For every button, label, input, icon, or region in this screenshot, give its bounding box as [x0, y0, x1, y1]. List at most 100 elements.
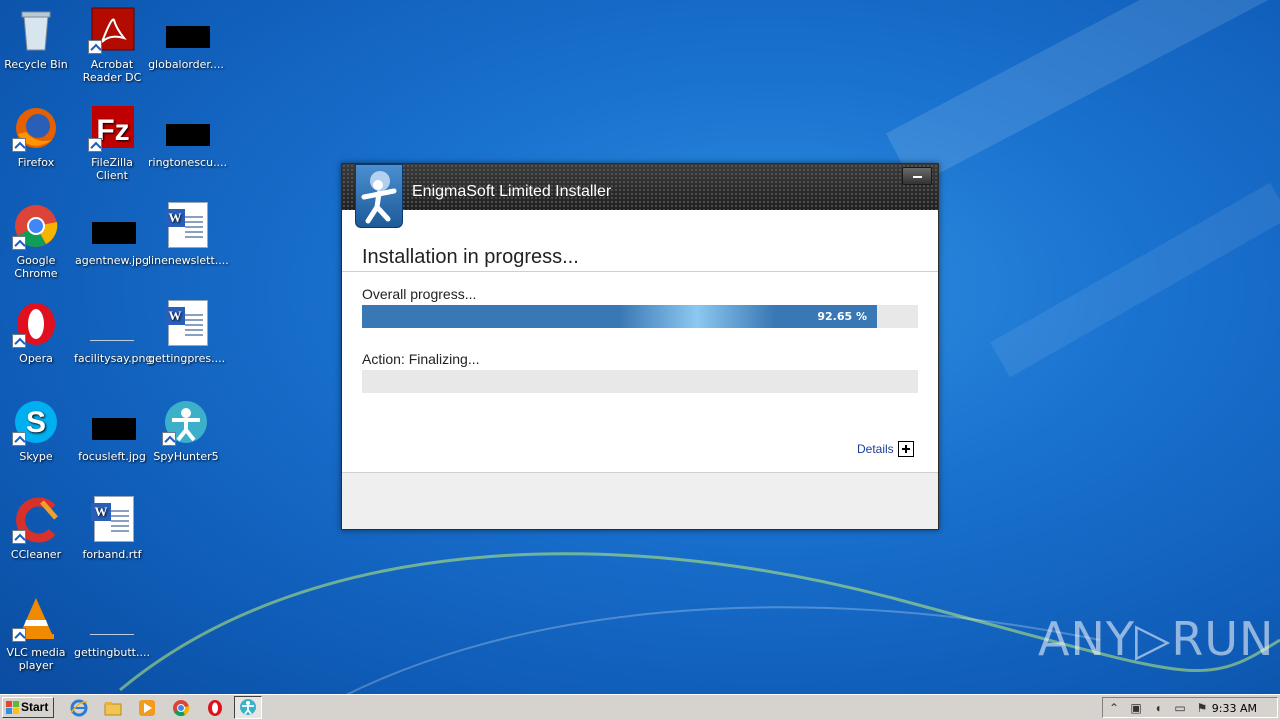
- action-center-flag-icon[interactable]: ⚑: [1195, 701, 1209, 715]
- shortcut-arrow-icon: [12, 628, 26, 642]
- desktop-icon-google-chrome[interactable]: Google Chrome: [0, 202, 74, 280]
- desktop-icon-agentnew[interactable]: agentnew.jpg: [74, 202, 150, 267]
- desktop-icon-label: linenewslett....: [148, 254, 229, 267]
- desktop-icon-gettingbutt[interactable]: gettingbutt....: [74, 594, 150, 659]
- image-file-icon: [88, 594, 136, 642]
- desktop-icon-vlc[interactable]: VLC media player: [0, 594, 74, 672]
- acrobat-icon: [88, 6, 136, 54]
- opera-taskbar-icon[interactable]: [206, 699, 224, 717]
- clock[interactable]: 9:33 AM: [1212, 702, 1257, 715]
- desktop-icon-label: Firefox: [17, 156, 55, 169]
- image-file-icon: [88, 398, 136, 446]
- recycle-bin-icon: [12, 6, 60, 54]
- vlc-icon: [12, 594, 60, 642]
- desktop-icon-ringtonescu[interactable]: ringtonescu....: [148, 104, 228, 169]
- action-label: Action: Finalizing...: [362, 351, 480, 367]
- media-player-icon[interactable]: [138, 699, 156, 717]
- chrome-icon: [12, 202, 60, 250]
- chrome-taskbar-icon[interactable]: [172, 699, 190, 717]
- shortcut-arrow-icon: [12, 236, 26, 250]
- internet-explorer-icon[interactable]: [70, 699, 88, 717]
- shortcut-arrow-icon: [12, 432, 26, 446]
- desktop-icon-label: Acrobat Reader DC: [82, 58, 142, 84]
- divider: [342, 271, 938, 272]
- spyhunter-logo-icon: [355, 164, 403, 228]
- desktop-icon-focusleft[interactable]: focusleft.jpg: [74, 398, 150, 463]
- desktop-icon-opera[interactable]: Opera: [0, 300, 74, 365]
- desktop-icon-label: forband.rtf: [82, 548, 142, 561]
- desktop-icon-linenewslett[interactable]: W linenewslett....: [148, 202, 229, 267]
- shortcut-arrow-icon: [12, 334, 26, 348]
- installer-window: EnigmaSoft Limited Installer Installatio…: [341, 163, 939, 530]
- shortcut-arrow-icon: [88, 138, 102, 152]
- image-file-icon: [88, 300, 136, 348]
- skype-icon: S: [12, 398, 60, 446]
- desktop-icon-label: VLC media player: [6, 646, 66, 672]
- volume-icon[interactable]: ◖: [1151, 701, 1165, 715]
- desktop-icon-label: Opera: [19, 352, 53, 365]
- desktop-icon-spyhunter5[interactable]: SpyHunter5: [148, 398, 224, 463]
- action-progress-bar: [362, 370, 918, 393]
- file-explorer-icon[interactable]: [104, 699, 122, 717]
- details-link[interactable]: Details: [857, 442, 894, 456]
- installer-title: EnigmaSoft Limited Installer: [412, 183, 612, 200]
- minimize-button[interactable]: [902, 167, 932, 185]
- taskbar: Start ⌃ ▣ ◖ ▭ ⚑ 9:33 AM: [0, 694, 1280, 720]
- desktop-icon-label: Google Chrome: [14, 254, 58, 280]
- desktop-icon-globalorder[interactable]: globalorder....: [148, 6, 224, 71]
- shortcut-arrow-icon: [12, 530, 26, 544]
- image-file-icon: [162, 104, 210, 152]
- anyrun-watermark: ANY▷RUN: [1038, 612, 1275, 666]
- opera-icon: [12, 300, 60, 348]
- desktop-icon-label: facilitysay.png: [74, 352, 153, 365]
- desktop-icon-facilitysay[interactable]: facilitysay.png: [74, 300, 153, 365]
- overall-progress-label: Overall progress...: [362, 286, 477, 302]
- installer-footer: [342, 472, 938, 529]
- svg-text:S: S: [26, 406, 46, 439]
- spyhunter-taskbar-icon[interactable]: [234, 696, 262, 719]
- start-button[interactable]: Start: [2, 697, 54, 718]
- word-document-icon: W: [88, 496, 136, 544]
- windows-flag-icon: [6, 701, 19, 714]
- installation-heading: Installation in progress...: [362, 246, 579, 268]
- desktop-icon-label: FileZilla Client: [91, 156, 133, 182]
- desktop-icon-label: ringtonescu....: [148, 156, 228, 169]
- desktop-icon-gettingpres[interactable]: W gettingpres....: [148, 300, 226, 365]
- desktop-icon-label: focusleft.jpg: [78, 450, 146, 463]
- desktop-icon-label: globalorder....: [148, 58, 224, 71]
- expand-plus-icon[interactable]: [898, 441, 914, 457]
- desktop-icon-skype[interactable]: S Skype: [0, 398, 74, 463]
- overall-progress-bar: 92.65 %: [362, 305, 918, 328]
- desktop-icon-filezilla[interactable]: Fz FileZilla Client: [74, 104, 150, 182]
- show-hidden-icons-icon[interactable]: ⌃: [1107, 701, 1121, 715]
- desktop-icon-label: gettingpres....: [148, 352, 226, 365]
- desktop-icon-firefox[interactable]: Firefox: [0, 104, 74, 169]
- overall-progress-percent: 92.65 %: [817, 310, 867, 323]
- desktop-icon-recycle-bin[interactable]: Recycle Bin: [0, 6, 74, 71]
- shortcut-arrow-icon: [12, 138, 26, 152]
- desktop-icon-label: Recycle Bin: [4, 58, 68, 71]
- shortcut-arrow-icon: [88, 40, 102, 54]
- desktop-icon-ccleaner[interactable]: CCleaner: [0, 496, 74, 561]
- desktop-icon-forband[interactable]: W forband.rtf: [74, 496, 150, 561]
- overall-progress-fill: 92.65 %: [362, 305, 877, 328]
- spyhunter-icon: [162, 398, 210, 446]
- image-file-icon: [88, 202, 136, 250]
- word-document-icon: W: [162, 300, 210, 348]
- firefox-icon: [12, 104, 60, 152]
- ccleaner-icon: [12, 496, 60, 544]
- filezilla-icon: Fz: [88, 104, 136, 152]
- display-icon[interactable]: ▭: [1173, 701, 1187, 715]
- desktop-icon-label: Skype: [19, 450, 53, 463]
- word-document-icon: W: [162, 202, 210, 250]
- desktop-icon-label: gettingbutt....: [74, 646, 150, 659]
- start-label: Start: [21, 700, 49, 714]
- desktop-icon-label: agentnew.jpg: [74, 254, 150, 267]
- image-file-icon: [162, 6, 210, 54]
- shortcut-arrow-icon: [162, 432, 176, 446]
- system-tray: ⌃ ▣ ◖ ▭ ⚑ 9:33 AM: [1102, 697, 1278, 718]
- desktop-icon-acrobat-reader[interactable]: Acrobat Reader DC: [74, 6, 150, 84]
- desktop-icon-label: SpyHunter5: [153, 450, 219, 463]
- desktop-icon-label: CCleaner: [10, 548, 62, 561]
- network-icon[interactable]: ▣: [1129, 701, 1143, 715]
